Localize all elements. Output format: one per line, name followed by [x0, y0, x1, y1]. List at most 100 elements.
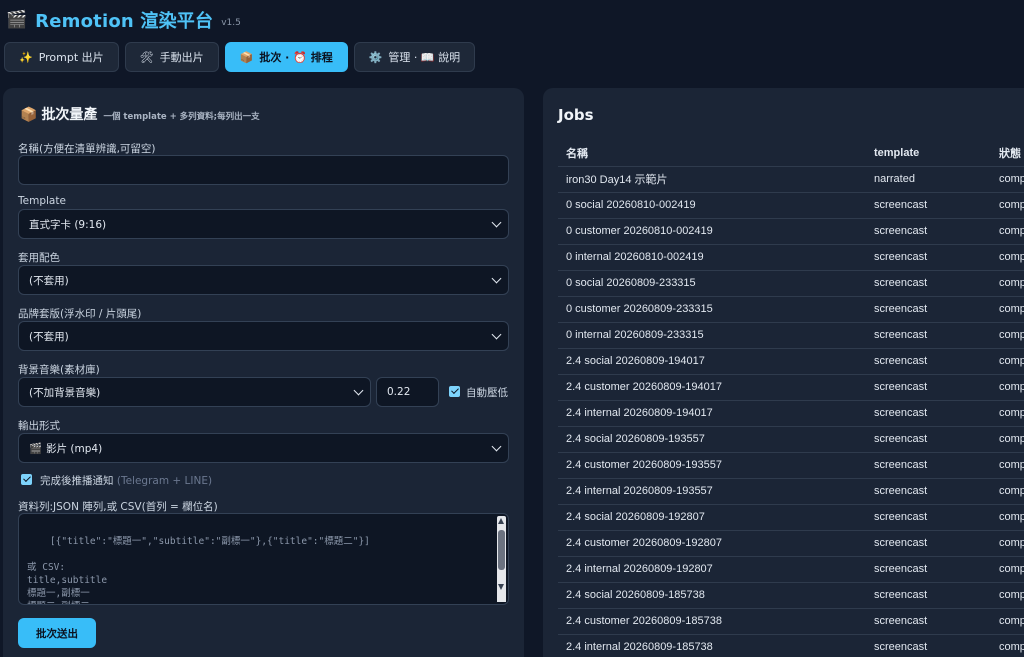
job-template-cell: screencast	[866, 270, 991, 297]
job-template-cell: screencast	[866, 348, 991, 375]
clapperboard-icon: 🎬	[6, 9, 28, 30]
batch-submit-button[interactable]: 批次送出	[18, 618, 96, 648]
table-row[interactable]: 0 customer 20260809-233315 screencast comp	[558, 296, 1024, 323]
table-row[interactable]: 2.4 internal 20260809-185738 screencast co…	[558, 634, 1024, 657]
jobs-table: 名稱 template 狀態 iron30 Day14 示範片 narrated c…	[558, 140, 1024, 657]
notify-label: 完成後推播通知	[40, 475, 114, 487]
tab-manage-help[interactable]: ⚙️ 管理 · 📖 說明	[353, 42, 476, 72]
table-row[interactable]: 0 social 20260809-233315 screencast comp	[558, 270, 1024, 297]
textarea-scrollbar[interactable]	[497, 516, 506, 602]
jobs-panel: Jobs 名稱 template 狀態 iron30 Day14 示範片 narr…	[543, 88, 1024, 657]
table-row[interactable]: 2.4 social 20260809-194017 screencast comp	[558, 348, 1024, 375]
palette-label: 套用配色	[18, 252, 60, 264]
batch-form-subtitle: 一個 template + 多列資料;每列出一支	[103, 112, 260, 122]
table-row[interactable]: 2.4 customer 20260809-193557 screencast co…	[558, 452, 1024, 479]
bgm-select-value: (不加背景音樂)	[29, 386, 101, 399]
table-row[interactable]: 0 internal 20260810-002419 screencast comp	[558, 244, 1024, 271]
job-template-cell: screencast	[866, 634, 991, 657]
job-status-cell: comp	[991, 582, 1024, 609]
scroll-thumb[interactable]	[498, 530, 505, 570]
job-name-cell: 2.4 customer 20260809-192807	[558, 530, 866, 557]
chevron-down-icon	[491, 329, 502, 340]
job-template-cell: screencast	[866, 400, 991, 427]
job-template-cell: screencast	[866, 504, 991, 531]
job-name-cell: 2.4 internal 20260809-193557	[558, 478, 866, 505]
column-header-template: template	[866, 140, 991, 167]
job-name-cell: 2.4 social 20260809-194017	[558, 348, 866, 375]
table-row[interactable]: 2.4 social 20260809-192807 screencast comp	[558, 504, 1024, 531]
job-status-cell: comp	[991, 192, 1024, 219]
chevron-down-icon	[491, 441, 502, 452]
chevron-down-icon	[491, 217, 502, 228]
gear-icon: ⚙️	[368, 50, 383, 64]
data-rows-placeholder: [{"title":"標題一","subtitle":"副標一"},{"titl…	[27, 536, 370, 604]
job-status-cell: comp	[991, 452, 1024, 479]
job-status-cell: comp	[991, 244, 1024, 271]
tab-manual[interactable]: 🛠 手動出片	[124, 42, 219, 72]
template-select[interactable]: 直式字卡 (9:16)	[18, 209, 509, 239]
scroll-down-arrow-icon[interactable]	[498, 584, 504, 590]
table-row[interactable]: 2.4 social 20260809-185738 screencast comp	[558, 582, 1024, 609]
job-template-cell: screencast	[866, 582, 991, 609]
job-status-cell: comp	[991, 322, 1024, 349]
job-template-cell: screencast	[866, 296, 991, 323]
job-name-cell: 0 social 20260809-233315	[558, 270, 866, 297]
jobs-header-row: 名稱 template 狀態	[558, 140, 1024, 167]
job-name-cell: 0 customer 20260809-233315	[558, 296, 866, 323]
bgm-select[interactable]: (不加背景音樂)	[18, 377, 371, 407]
table-row[interactable]: iron30 Day14 示範片 narrated comp	[558, 166, 1024, 193]
job-name-cell: 2.4 internal 20260809-185738	[558, 634, 866, 657]
job-template-cell: screencast	[866, 478, 991, 505]
auto-duck-label: 自動壓低	[466, 387, 508, 399]
job-name-cell: 2.4 customer 20260809-185738	[558, 608, 866, 635]
job-name-cell: 2.4 social 20260809-192807	[558, 504, 866, 531]
table-row[interactable]: 0 customer 20260810-002419 screencast comp	[558, 218, 1024, 245]
table-row[interactable]: 2.4 internal 20260809-192807 screencast co…	[558, 556, 1024, 583]
template-label: Template	[18, 195, 66, 207]
table-row[interactable]: 2.4 customer 20260809-185738 screencast co…	[558, 608, 1024, 635]
tab-label: Prompt 出片	[38, 51, 104, 64]
table-row[interactable]: 2.4 internal 20260809-194017 screencast co…	[558, 400, 1024, 427]
job-status-cell: comp	[991, 556, 1024, 583]
jobs-body: iron30 Day14 示範片 narrated comp 0 social 202…	[558, 166, 1024, 657]
table-row[interactable]: 0 social 20260810-002419 screencast comp	[558, 192, 1024, 219]
name-input[interactable]	[18, 155, 509, 185]
batch-form-panel: 📦 批次量產 一個 template + 多列資料;每列出一支 名稱(方便在清單辨…	[3, 88, 524, 657]
table-row[interactable]: 2.4 customer 20260809-192807 screencast co…	[558, 530, 1024, 557]
job-status-cell: comp	[991, 270, 1024, 297]
table-row[interactable]: 2.4 social 20260809-193557 screencast comp	[558, 426, 1024, 453]
job-name-cell: 2.4 social 20260809-193557	[558, 426, 866, 453]
table-row[interactable]: 2.4 customer 20260809-194017 screencast co…	[558, 374, 1024, 401]
job-template-cell: screencast	[866, 322, 991, 349]
job-template-cell: narrated	[866, 166, 991, 193]
table-row[interactable]: 2.4 internal 20260809-193557 screencast co…	[558, 478, 1024, 505]
job-name-cell: 0 internal 20260809-233315	[558, 322, 866, 349]
auto-duck-checkbox[interactable]	[449, 386, 460, 397]
job-status-cell: comp	[991, 218, 1024, 245]
app-header: 🎬 Remotion 渲染平台 v1.5	[6, 6, 241, 34]
data-rows-textarea[interactable]: [{"title":"標題一","subtitle":"副標一"},{"titl…	[18, 513, 509, 605]
job-name-cell: 2.4 internal 20260809-194017	[558, 400, 866, 427]
tab-prompt[interactable]: ✨ Prompt 出片	[4, 42, 119, 72]
notify-checkbox[interactable]	[21, 474, 32, 485]
chevron-down-icon	[491, 273, 502, 284]
job-name-cell: 2.4 internal 20260809-192807	[558, 556, 866, 583]
bgm-label: 背景音樂(素材庫)	[18, 364, 100, 376]
job-status-cell: comp	[991, 608, 1024, 635]
output-select[interactable]: 🎬 影片 (mp4)	[18, 433, 509, 463]
palette-select-value: (不套用)	[29, 274, 69, 287]
volume-input[interactable]: 0.22	[376, 377, 439, 407]
scroll-up-arrow-icon[interactable]	[498, 518, 504, 524]
resize-grip-icon[interactable]	[497, 593, 506, 602]
brand-select[interactable]: (不套用)	[18, 321, 509, 351]
job-status-cell: comp	[991, 400, 1024, 427]
tab-batch-schedule[interactable]: 📦 批次 · ⏰ 排程	[224, 42, 348, 72]
brand-select-value: (不套用)	[29, 330, 69, 343]
job-name-cell: 2.4 social 20260809-185738	[558, 582, 866, 609]
palette-select[interactable]: (不套用)	[18, 265, 509, 295]
job-status-cell: comp	[991, 166, 1024, 193]
job-name-cell: 0 customer 20260810-002419	[558, 218, 866, 245]
job-name-cell: 0 social 20260810-002419	[558, 192, 866, 219]
table-row[interactable]: 0 internal 20260809-233315 screencast comp	[558, 322, 1024, 349]
name-label: 名稱(方便在清單辨識,可留空)	[18, 143, 156, 155]
